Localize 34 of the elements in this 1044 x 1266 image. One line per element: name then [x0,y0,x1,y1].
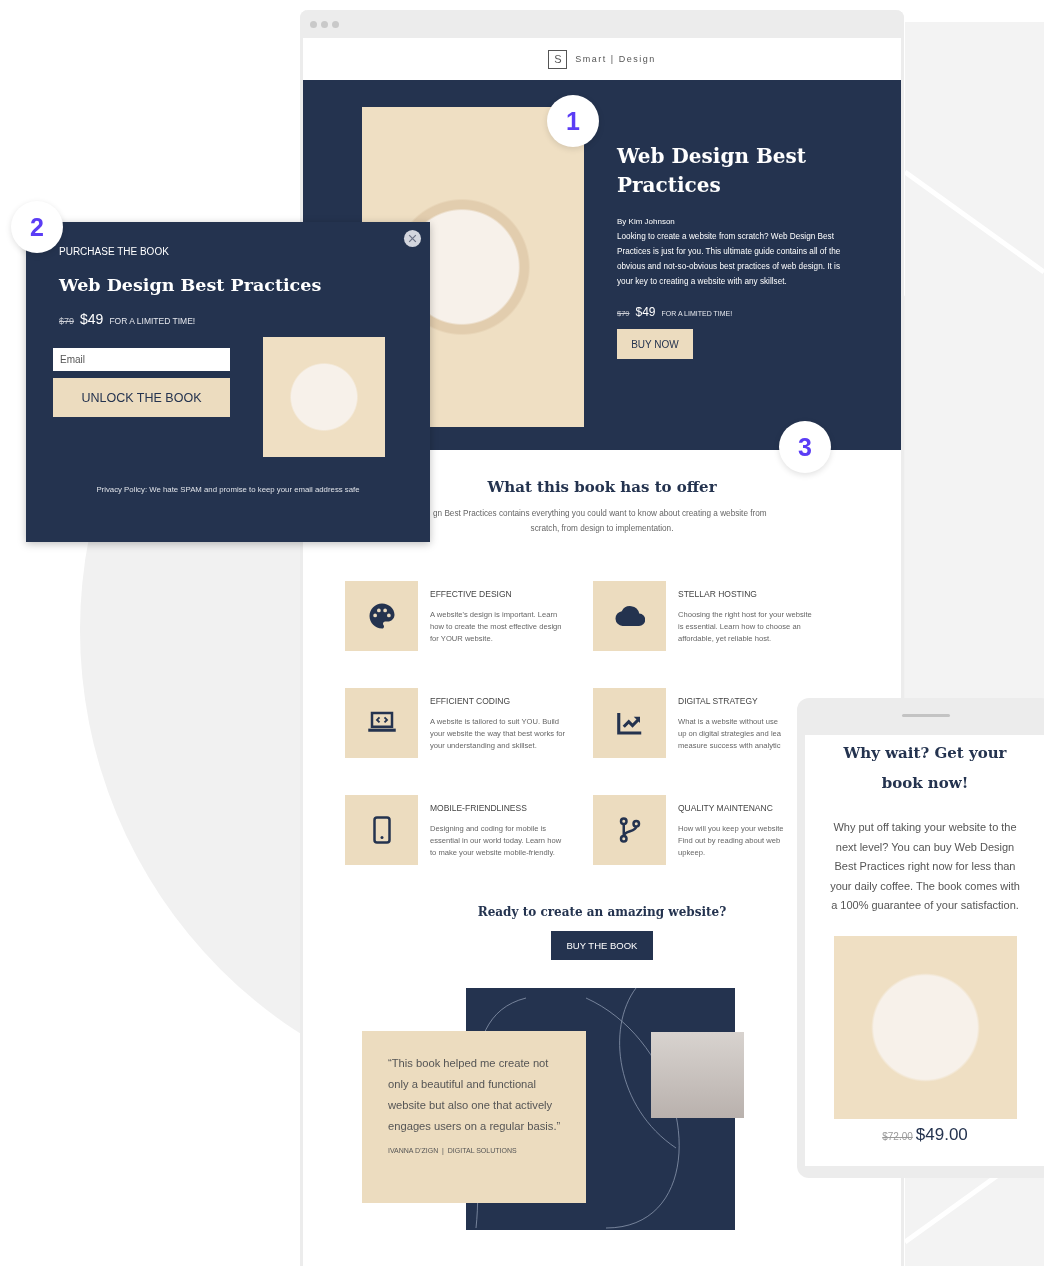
feature-title: STELLAR HOSTING [678,589,758,599]
old-price: $79 [59,316,75,326]
intro-text: gn Best Practices contains everything you could want to know about creating a website from [432,508,768,520]
close-icon[interactable] [403,229,422,248]
price: $49.00 [915,1124,968,1145]
window-dot-icon [332,20,339,28]
buy-the-book-button[interactable]: BUY THE BOOK [551,931,653,960]
feature-title: EFFICIENT CODING [430,696,512,706]
window-dot-icon [321,20,328,28]
logo-letter: S [548,49,568,69]
intro-text: scratch, from design to implementation. [529,523,675,535]
old-price: $72.00 [882,1130,913,1142]
window-dot-icon [310,20,317,28]
phone-speaker-icon [902,714,950,717]
cta-title: Ready to create an amazing website? [477,905,727,919]
price: $49 [80,311,104,327]
testimonial-quote: “This book helped me create not only a beautiful and functional website but also one that actively engages users on a regular basis.” [388,1056,562,1134]
popup-title: Web Design Best Practices [59,275,323,295]
brand-name: Smart | Design [575,54,656,64]
buy-now-button[interactable]: BUY NOW [617,329,693,359]
email-field[interactable]: Email [53,348,230,371]
unlock-button[interactable]: UNLOCK THE BOOK [53,378,230,417]
price-note: FOR A LIMITED TIME! [109,316,196,326]
hero-title: Web Design Best Practices [617,143,808,199]
price: $49 [635,305,656,319]
author-text: By Kim Johnson [617,216,676,228]
feature-title: QUALITY MAINTENANC [678,803,774,813]
feature-title: EFFECTIVE DESIGN [430,589,513,599]
feature-title: MOBILE-FRIENDLINESS [430,803,528,813]
phone-text: Why put off taking your website to the next level? You can buy Web Design Best Practices right now for less than your daily coffee. The book comes with a 100% guarantee of your satisfaction. [830,820,1020,913]
phone-title: Why wait? Get your book now! [842,743,1008,794]
feature-title: DIGITAL STRATEGY [678,696,759,706]
book-description: Looking to create a website from scratch? Web Design Best Practices is just for you. This ultimate guide contains all of the obvious and not-so-obvious best practices of web design. It is your key to creating a website with any skillset. [617,231,842,288]
section-title: What this book has to offer [487,478,717,496]
